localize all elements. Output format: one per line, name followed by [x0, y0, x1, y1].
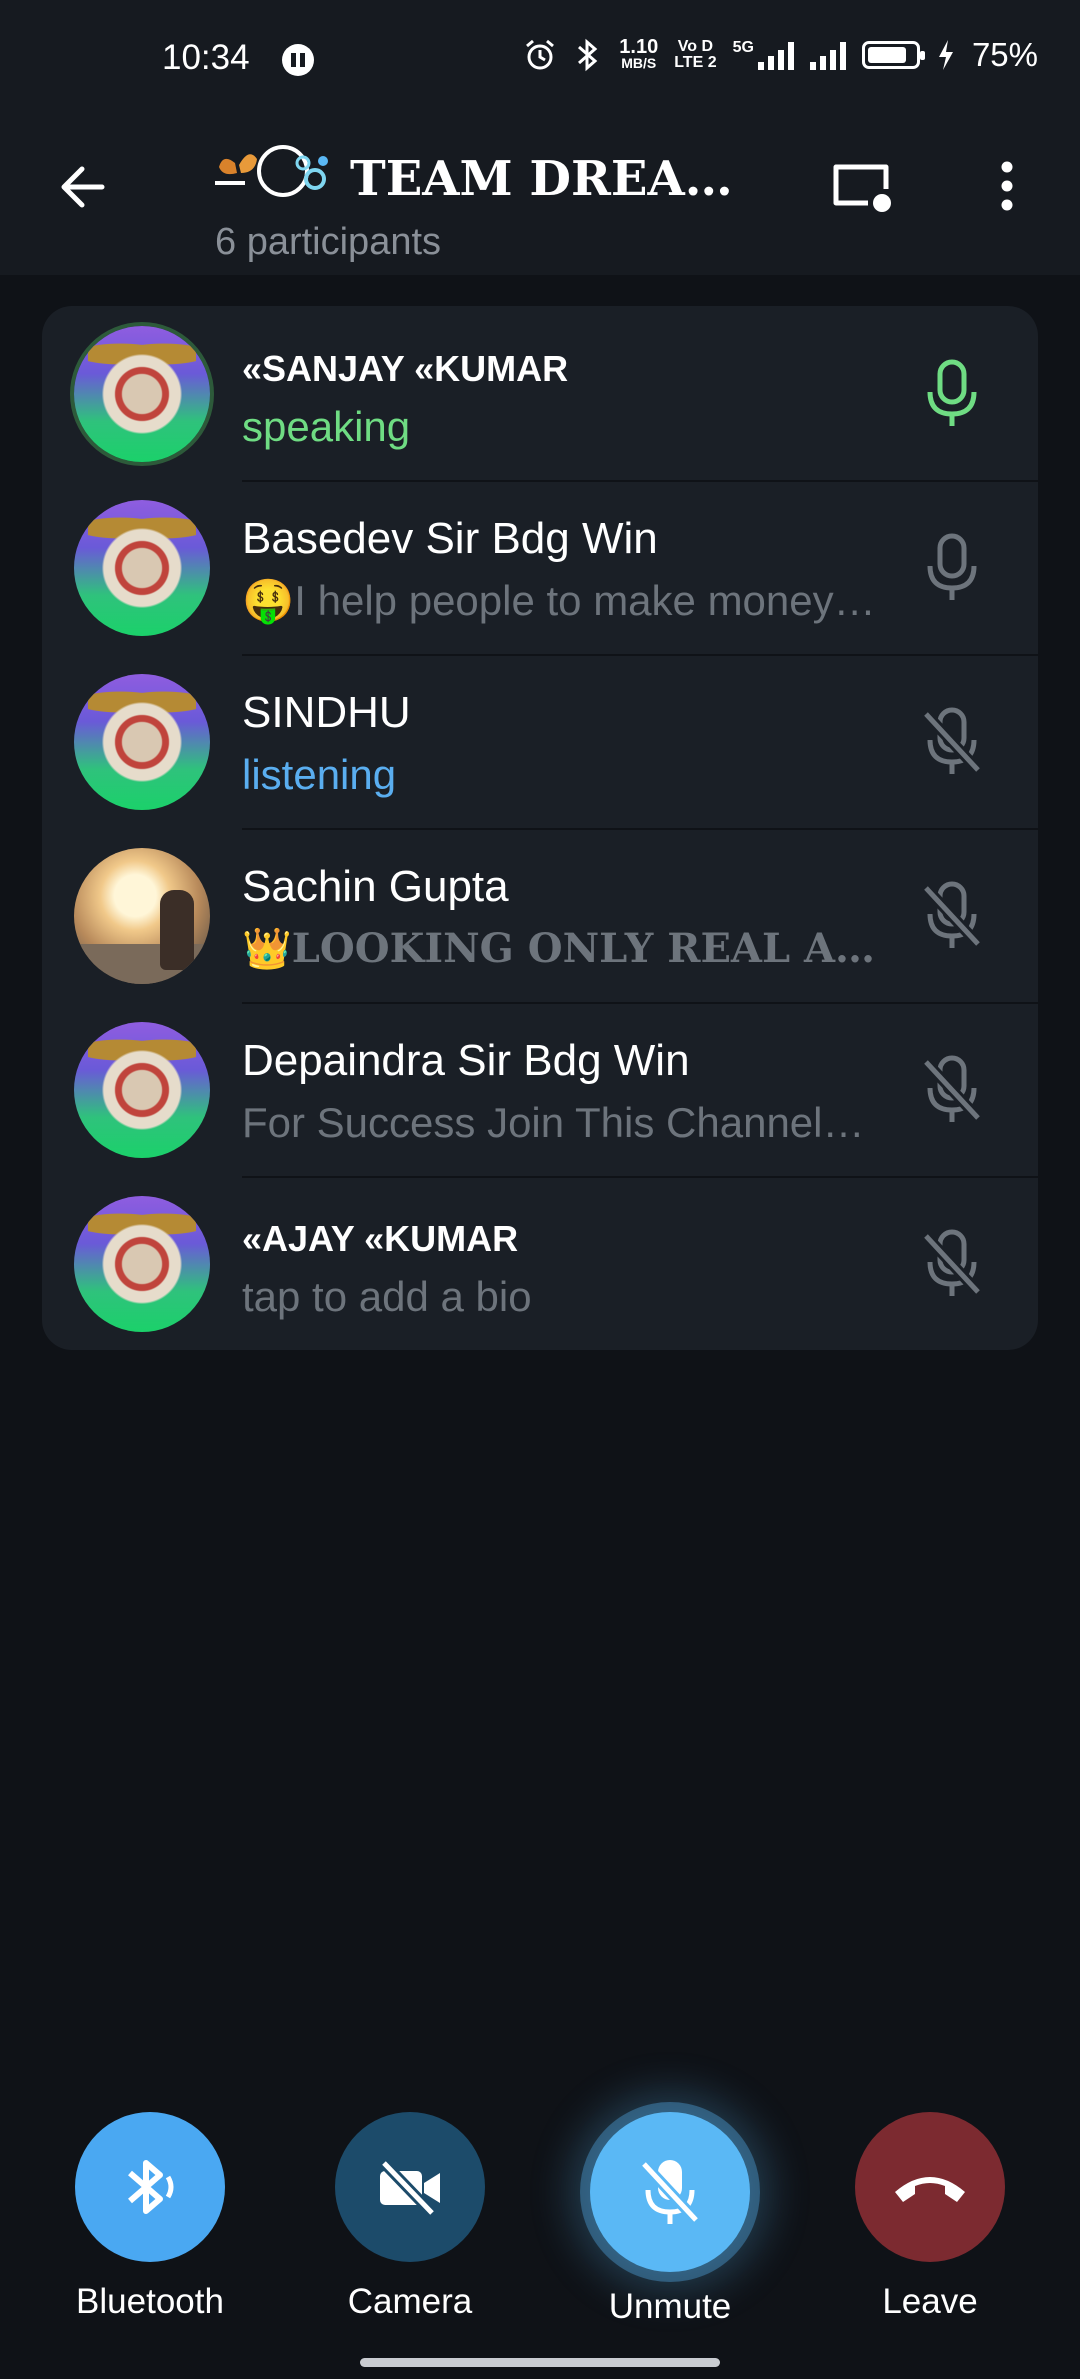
volte-top: Vo D [677, 38, 714, 55]
participant-status: 🤑I help people to make money… [242, 577, 876, 624]
participant-row[interactable]: Basedev Sir Bdg Win 🤑I help people to ma… [42, 480, 1038, 654]
volte-bottom: LTE 2 [674, 54, 717, 71]
participant-status: listening [242, 751, 397, 798]
hang-up-icon [895, 2177, 965, 2202]
participant-row[interactable]: Sachin Gupta 👑LOOKING ONLY REAL A… [42, 828, 1038, 1002]
unmute-button[interactable]: Unmute [580, 2112, 760, 2327]
call-header: TEAM DREA… 6 participants [0, 95, 1080, 275]
participant-name: Depaindra Sir Bdg Win [242, 1036, 690, 1085]
alarm-icon [526, 39, 555, 70]
call-controls: Bluetooth Camera Unmute Leave [0, 2112, 1080, 2332]
net-speed-value: 1.10 [619, 36, 659, 58]
bluetooth-button-circle[interactable] [75, 2112, 225, 2262]
mic-muted-icon[interactable] [912, 1050, 992, 1130]
participant-avatar [74, 500, 210, 636]
participant-row[interactable]: SINDHU listening [42, 654, 1038, 828]
net-speed-unit: MB/S [621, 55, 657, 71]
leave-label: Leave [882, 2282, 978, 2321]
network-type: 5G [732, 39, 754, 56]
participant-avatar [74, 1196, 210, 1332]
camera-label: Camera [347, 2282, 473, 2321]
mic-icon[interactable] [912, 528, 992, 608]
camera-button[interactable]: Camera [320, 2112, 500, 2322]
participant-row[interactable]: «SANJAY «KUMAR speaking [42, 306, 1038, 480]
status-icons: 1.10 MB/S Vo D LTE 2 5G 75% [523, 36, 1038, 74]
participant-status: For Success Join This Channel… [242, 1099, 865, 1146]
participant-avatar [74, 326, 210, 462]
volte-indicator: Vo D LTE 2 [674, 39, 716, 71]
bluetooth-button[interactable]: Bluetooth [60, 2112, 240, 2322]
participant-row[interactable]: «AJAY «KUMAR tap to add a bio [42, 1176, 1038, 1350]
camera-button-circle[interactable] [335, 2112, 485, 2262]
participant-name: SINDHU [242, 688, 411, 737]
participant-avatar [74, 848, 210, 984]
bluetooth-label: Bluetooth [76, 2282, 224, 2321]
battery-icon [861, 41, 925, 69]
participants-count: 6 participants [215, 221, 442, 263]
participant-avatar [74, 674, 210, 810]
participant-row[interactable]: Depaindra Sir Bdg Win For Success Join T… [42, 1002, 1038, 1176]
bluetooth-icon [578, 38, 598, 72]
leave-button[interactable]: Leave [840, 2112, 1020, 2322]
participant-status: speaking [242, 403, 411, 450]
signal-icon [809, 40, 846, 70]
status-bar: 10:34 1.10 MB/S Vo D LTE 2 5G 75% [0, 0, 1080, 95]
back-arrow-icon[interactable] [52, 155, 116, 219]
bluetooth-audio-icon [128, 2160, 174, 2214]
net-speed: 1.10 MB/S [619, 36, 659, 71]
unmute-button-circle[interactable] [590, 2112, 750, 2272]
camera-off-icon [380, 2159, 440, 2217]
mic-active-icon[interactable] [912, 354, 992, 434]
leave-button-circle[interactable] [855, 2112, 1005, 2262]
participant-name: Sachin Gupta [242, 862, 509, 911]
mic-muted-icon[interactable] [912, 702, 992, 782]
home-indicator[interactable] [360, 2358, 720, 2367]
screen-share-icon[interactable] [828, 153, 894, 219]
mic-muted-icon[interactable] [912, 1224, 992, 1304]
participant-name: Basedev Sir Bdg Win [242, 514, 658, 563]
unmute-label: Unmute [608, 2287, 732, 2326]
participant-name: «AJAY «KUMAR [242, 1218, 519, 1259]
participant-status: 👑LOOKING ONLY REAL A… [242, 925, 876, 972]
status-time: 10:34 [162, 38, 250, 77]
participants-list: «SANJAY «KUMAR speaking Basedev Sir Bdg … [42, 306, 1038, 1350]
more-vert-icon[interactable] [982, 153, 1032, 219]
participant-status: tap to add a bio [242, 1273, 532, 1320]
butterfly-bubble-icon [215, 145, 328, 197]
mic-muted-icon[interactable] [912, 876, 992, 956]
participant-avatar [74, 1022, 210, 1158]
group-title: TEAM DREA… [350, 151, 733, 207]
charging-icon [938, 40, 953, 70]
battery-percent: 75% [971, 36, 1038, 73]
media-notification-icon [282, 44, 314, 76]
participant-name: «SANJAY «KUMAR [242, 348, 569, 389]
mic-muted-icon [639, 2160, 701, 2224]
signal-icon-1: 5G [733, 40, 794, 70]
